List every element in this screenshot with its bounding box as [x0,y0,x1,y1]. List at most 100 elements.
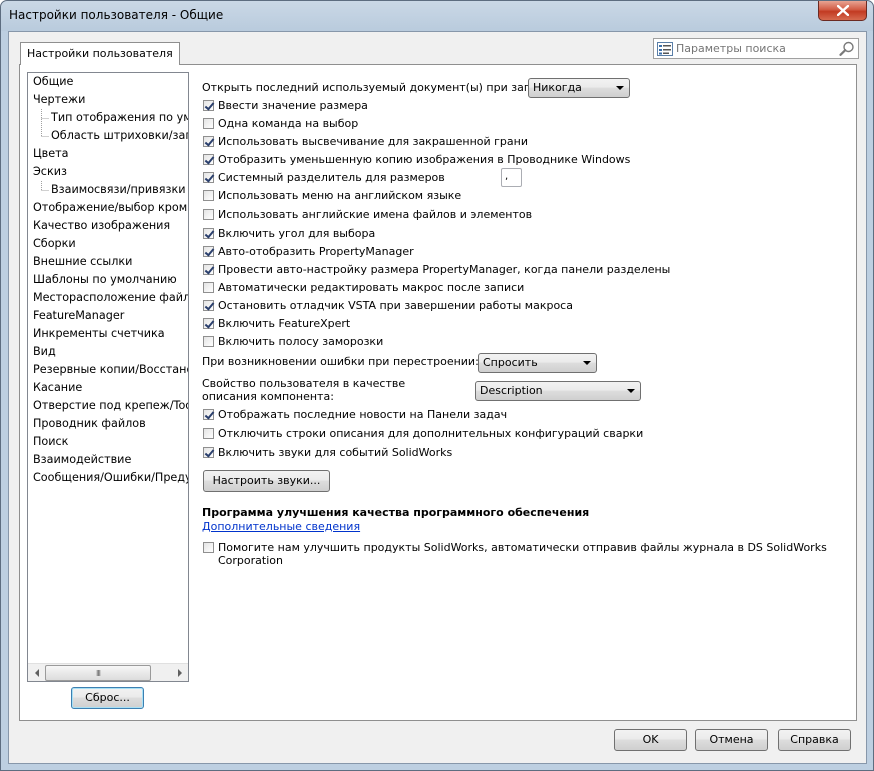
arrow-left-icon [34,668,39,677]
tree-item[interactable]: Касание [33,379,82,397]
option-checkbox[interactable] [203,264,214,275]
option-checkbox[interactable] [203,409,214,420]
open-last-dropdown[interactable]: Никогда [528,78,630,98]
option-checkbox[interactable] [203,300,214,311]
option-checkbox[interactable] [203,246,214,257]
option-label: Включить звуки для событий SolidWorks [218,446,453,459]
rebuild-error-dropdown[interactable]: Спросить [478,353,597,373]
tree-item[interactable]: Вид [33,343,56,361]
cancel-button[interactable]: Отмена [695,729,768,751]
tree-horizontal-scrollbar[interactable]: III [28,663,188,681]
tree-item[interactable]: Сообщения/Ошибки/Преду [33,469,188,487]
ok-button[interactable]: OK [614,729,687,751]
option-checkbox[interactable] [203,190,214,201]
rebuild-error-label: При возникновении ошибки при перестроени… [202,355,479,368]
dialog-window: Настройки пользователя - Общие Настройки… [0,0,874,771]
option-label: Отключить строки описания для дополнител… [218,427,644,440]
arrow-right-icon [177,668,182,677]
option-label: Включить угол для выбора [218,227,376,240]
scroll-right-button[interactable] [171,664,188,681]
title-bar[interactable]: Настройки пользователя - Общие [1,1,873,31]
option-label: Остановить отладчик VSTA при завершении … [218,299,573,312]
tree-item[interactable]: Взаимодействие [33,451,131,469]
search-box[interactable] [653,38,859,59]
help-improve-label-2: Corporation [218,554,283,567]
component-desc-dropdown[interactable]: Description [475,381,641,401]
option-checkbox[interactable] [203,136,214,147]
help-improve-checkbox[interactable] [203,542,214,553]
search-icon[interactable] [839,41,855,56]
options-list-icon [657,41,673,56]
option-checkbox[interactable] [203,428,214,439]
tree-item[interactable]: Инкременты счетчика [33,325,165,343]
tree-item[interactable]: Отверстие под крепеж/Toolb [33,397,188,415]
rebuild-error-value: Спросить [483,356,538,369]
more-info-link[interactable]: Дополнительные сведения [202,520,360,533]
scroll-thumb[interactable]: III [45,665,151,681]
settings-tree[interactable]: Общие Чертежи Тип отображения по умо Област… [27,72,189,682]
program-heading: Программа улучшения качества программног… [202,506,590,519]
help-improve-label-1: Помогите нам улучшить продукты SolidWork… [218,541,827,554]
option-checkbox[interactable] [203,209,214,220]
chevron-down-icon [616,86,624,90]
help-button[interactable]: Справка [778,729,851,751]
option-label: Использовать английские имена файлов и э… [218,208,533,221]
component-desc-value: Description [480,384,543,397]
close-icon [836,5,849,16]
tree-item[interactable]: Шаблоны по умолчанию [33,271,177,289]
option-checkbox[interactable] [203,118,214,129]
scroll-left-button[interactable] [28,664,45,681]
close-button[interactable] [818,1,867,21]
open-last-value: Никогда [533,81,582,94]
tree-item[interactable]: Месторасположение файло [33,289,188,307]
option-label: Использовать меню на английском языке [218,189,462,202]
option-checkbox[interactable] [203,447,214,458]
tree-item[interactable]: FeatureManager [33,307,124,325]
tree-item[interactable]: Взаимосвязи/привязки [51,181,186,199]
option-checkbox[interactable] [203,172,214,183]
tree-item[interactable]: Внешние ссылки [33,253,132,271]
tree-list: Общие Чертежи Тип отображения по умо Област… [28,73,188,663]
configure-sounds-button[interactable]: Настроить звуки... [203,470,330,492]
open-last-label: Открыть последний используемый документ(… [202,81,561,94]
chevron-down-icon [583,361,591,365]
option-checkbox[interactable] [203,154,214,165]
option-label: Одна команда на выбор [218,117,359,130]
tree-item[interactable]: Поиск [33,433,68,451]
option-label: Отобразить уменьшенную копию изображения… [218,153,631,166]
tree-item[interactable]: Эскиз [33,163,67,181]
option-label: Авто-отобразить PropertyManager [218,245,414,258]
option-label: Системный разделитель для размеров [218,171,445,184]
option-checkbox[interactable] [203,336,214,347]
option-label: Отображать последние новости на Панели з… [218,408,508,421]
option-checkbox[interactable] [203,228,214,239]
tree-item[interactable]: Качество изображения [33,217,170,235]
tree-item[interactable]: Цвета [33,145,69,163]
tree-item[interactable]: Тип отображения по умо [51,109,188,127]
tree-item[interactable]: Чертежи [33,91,85,109]
option-label: Включить полосу заморозки [218,335,384,348]
dialog-client: Настройки пользователя Параметры поиска … [8,31,867,764]
tab-user-settings[interactable]: Настройки пользователя [20,42,180,65]
chevron-down-icon [627,389,635,393]
option-label: Включить FeatureXpert [218,317,351,330]
component-desc-label-2: описания компонента: [202,390,334,403]
tree-item[interactable]: Отображение/выбор кромк [33,199,188,217]
search-input[interactable] [676,42,839,55]
tree-item[interactable]: Резервные копии/Восстанов [33,361,188,379]
option-checkbox[interactable] [203,100,214,111]
tree-item[interactable]: Общие [33,73,74,91]
window-title: Настройки пользователя - Общие [9,8,224,22]
tree-item[interactable]: Область штриховки/запо [51,127,188,145]
tree-item[interactable]: Сборки [33,235,76,253]
component-desc-label-1: Свойство пользователя в качестве [202,377,406,390]
reset-button[interactable]: Сброс... [71,687,144,709]
separator-input[interactable]: , [501,168,522,187]
option-checkbox[interactable] [203,318,214,329]
option-label: Провести авто-настройку размера Property… [218,263,671,276]
settings-panel: Общие Чертежи Тип отображения по умо Област… [19,64,857,721]
option-label: Автоматически редактировать макрос после… [218,281,525,294]
tree-item[interactable]: Проводник файлов [33,415,146,433]
option-label: Ввести значение размера [218,99,368,112]
option-checkbox[interactable] [203,282,214,293]
